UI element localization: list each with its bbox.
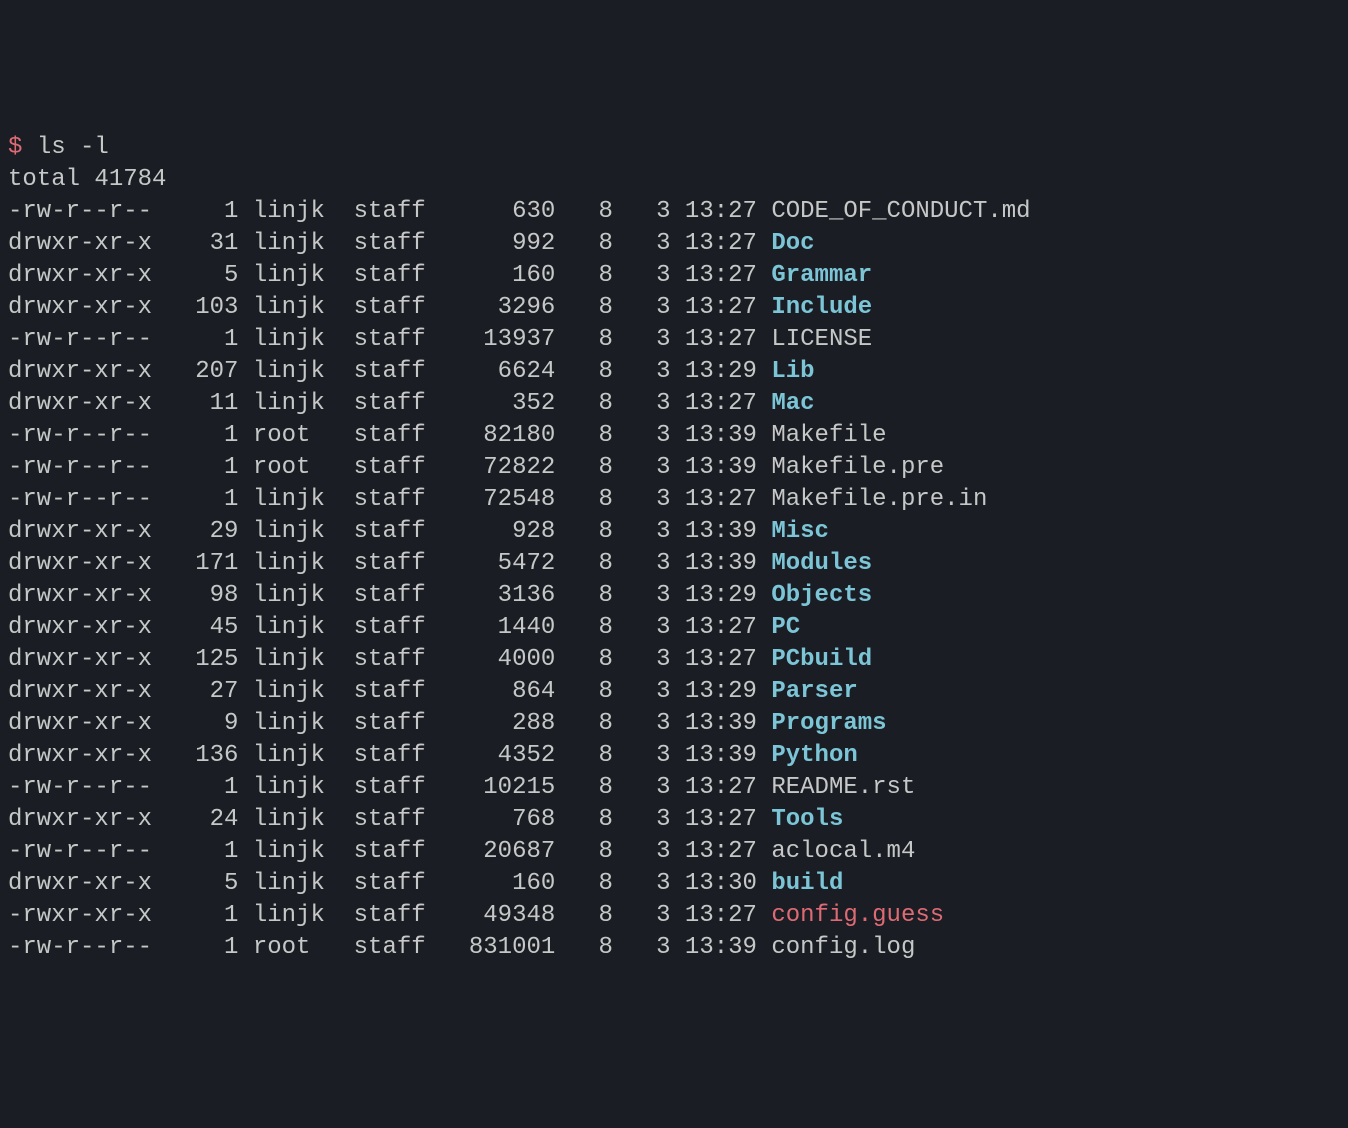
file-row: drwxr-xr-x 45 linjk staff 1440 8 3 13:27… [8,612,1340,644]
file-row: -rwxr-xr-x 1 linjk staff 49348 8 3 13:27… [8,900,1340,932]
file-name: Python [771,742,857,769]
file-row: -rw-r--r-- 1 linjk staff 630 8 3 13:27 C… [8,196,1340,228]
file-name: Parser [771,678,857,705]
file-row: -rw-r--r-- 1 root staff 82180 8 3 13:39 … [8,420,1340,452]
file-name: Programs [771,710,886,737]
file-name: CODE_OF_CONDUCT.md [771,198,1030,225]
terminal-output[interactable]: $ ls -ltotal 41784-rw-r--r-- 1 linjk sta… [8,132,1340,964]
file-name: config.guess [771,902,944,929]
file-row: drwxr-xr-x 9 linjk staff 288 8 3 13:39 P… [8,708,1340,740]
file-row: -rw-r--r-- 1 linjk staff 10215 8 3 13:27… [8,772,1340,804]
file-row: drwxr-xr-x 24 linjk staff 768 8 3 13:27 … [8,804,1340,836]
file-row: drwxr-xr-x 171 linjk staff 5472 8 3 13:3… [8,548,1340,580]
file-name: Makefile.pre.in [771,486,987,513]
file-row: -rw-r--r-- 1 linjk staff 20687 8 3 13:27… [8,836,1340,868]
file-name: Lib [771,358,814,385]
file-row: drwxr-xr-x 136 linjk staff 4352 8 3 13:3… [8,740,1340,772]
file-name: Makefile [771,422,886,449]
file-name: Tools [771,806,843,833]
file-row: drwxr-xr-x 98 linjk staff 3136 8 3 13:29… [8,580,1340,612]
file-name: Grammar [771,262,872,289]
file-name: PCbuild [771,646,872,673]
file-name: Objects [771,582,872,609]
file-name: build [771,870,843,897]
file-name: aclocal.m4 [771,838,915,865]
file-name: Mac [771,390,814,417]
file-row: -rw-r--r-- 1 linjk staff 13937 8 3 13:27… [8,324,1340,356]
file-name: Misc [771,518,829,545]
file-row: -rw-r--r-- 1 root staff 72822 8 3 13:39 … [8,452,1340,484]
file-row: drwxr-xr-x 207 linjk staff 6624 8 3 13:2… [8,356,1340,388]
file-name: Include [771,294,872,321]
file-name: Modules [771,550,872,577]
file-row: drwxr-xr-x 27 linjk staff 864 8 3 13:29 … [8,676,1340,708]
command-line: $ ls -l [8,132,1340,164]
file-row: drwxr-xr-x 29 linjk staff 928 8 3 13:39 … [8,516,1340,548]
file-row: drwxr-xr-x 103 linjk staff 3296 8 3 13:2… [8,292,1340,324]
file-listing: -rw-r--r-- 1 linjk staff 630 8 3 13:27 C… [8,196,1340,964]
file-row: drwxr-xr-x 5 linjk staff 160 8 3 13:27 G… [8,260,1340,292]
file-row: drwxr-xr-x 11 linjk staff 352 8 3 13:27 … [8,388,1340,420]
file-row: -rw-r--r-- 1 linjk staff 72548 8 3 13:27… [8,484,1340,516]
file-name: LICENSE [771,326,872,353]
file-name: Makefile.pre [771,454,944,481]
file-row: drwxr-xr-x 125 linjk staff 4000 8 3 13:2… [8,644,1340,676]
file-row: drwxr-xr-x 5 linjk staff 160 8 3 13:30 b… [8,868,1340,900]
file-name: Doc [771,230,814,257]
file-row: -rw-r--r-- 1 root staff 831001 8 3 13:39… [8,932,1340,964]
total-line: total 41784 [8,164,1340,196]
file-name: README.rst [771,774,915,801]
file-name: PC [771,614,800,641]
file-row: drwxr-xr-x 31 linjk staff 992 8 3 13:27 … [8,228,1340,260]
prompt-symbol: $ [8,134,22,161]
file-name: config.log [771,934,915,961]
command-text: ls -l [37,134,109,161]
